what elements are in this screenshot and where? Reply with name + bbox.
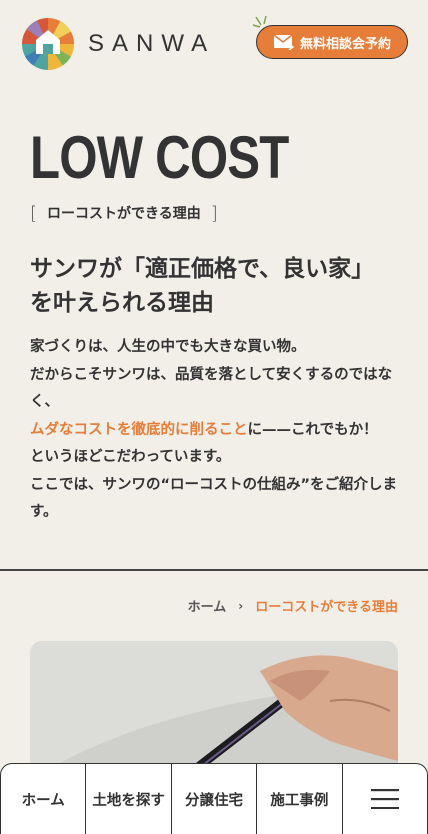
page-subtitle: [ ローコストができる理由 ] bbox=[30, 202, 218, 224]
page-title: LOW COST bbox=[30, 124, 289, 191]
heading-line-2: を叶えられる理由 bbox=[30, 290, 214, 316]
bottom-navigation: ホーム 土地を探す 分譲住宅 施工事例 bbox=[0, 763, 428, 834]
body-line-1: 家づくりは、人生の中でも大きな買い物。 bbox=[30, 339, 306, 355]
nav-subdivision-homes[interactable]: 分譲住宅 bbox=[172, 764, 258, 834]
nav-find-land[interactable]: 土地を探す bbox=[86, 764, 172, 834]
body-line-2: だからこそサンワは、品質を落として安くするのではなく、 bbox=[30, 366, 393, 411]
intro-paragraph: 家づくりは、人生の中でも大きな買い物。 だからこそサンワは、品質を落として安くす… bbox=[30, 334, 406, 527]
body-line-3-rest: に——これでもか！ bbox=[247, 421, 378, 438]
heading-line-1: サンワが「適正価格で、良い家」 bbox=[30, 256, 375, 282]
bracket-close: ] bbox=[210, 202, 218, 224]
breadcrumb-home-link[interactable]: ホーム bbox=[188, 596, 227, 615]
breadcrumb-current: ローコストができる理由 bbox=[255, 600, 398, 615]
highlight-text: ムダなコストを徹底的に削ること bbox=[30, 421, 248, 438]
section-heading: サンワが「適正価格で、良い家」 を叶えられる理由 bbox=[30, 252, 410, 320]
nav-home[interactable]: ホーム bbox=[1, 764, 87, 834]
breadcrumb: ホーム › ローコストができる理由 bbox=[188, 596, 398, 616]
nav-construction-cases[interactable]: 施工事例 bbox=[257, 764, 343, 834]
cta-label: 無料相談会予約 bbox=[299, 36, 391, 52]
body-line-3: ムダなコストを徹底的に削ることに——これでもか！ bbox=[30, 417, 406, 445]
hero-photo bbox=[30, 641, 398, 781]
subtitle-text: ローコストができる理由 bbox=[47, 206, 201, 222]
brand-name[interactable]: SANWA bbox=[88, 30, 215, 58]
section-divider bbox=[0, 569, 428, 571]
mail-icon bbox=[273, 34, 295, 50]
hamburger-menu-icon[interactable] bbox=[343, 764, 427, 834]
body-line-4: というほどこだわっています。 bbox=[30, 449, 231, 465]
body-line-5: ここでは、サンワの“ローコストの仕組み”をご紹介します。 bbox=[30, 476, 398, 521]
site-header: SANWA 無料相談会予約 bbox=[0, 0, 428, 90]
free-consultation-button[interactable]: 無料相談会予約 bbox=[256, 25, 408, 59]
sanwa-logo-icon[interactable] bbox=[22, 18, 74, 70]
breadcrumb-separator-icon: › bbox=[238, 598, 244, 613]
bracket-open: [ bbox=[30, 202, 38, 224]
